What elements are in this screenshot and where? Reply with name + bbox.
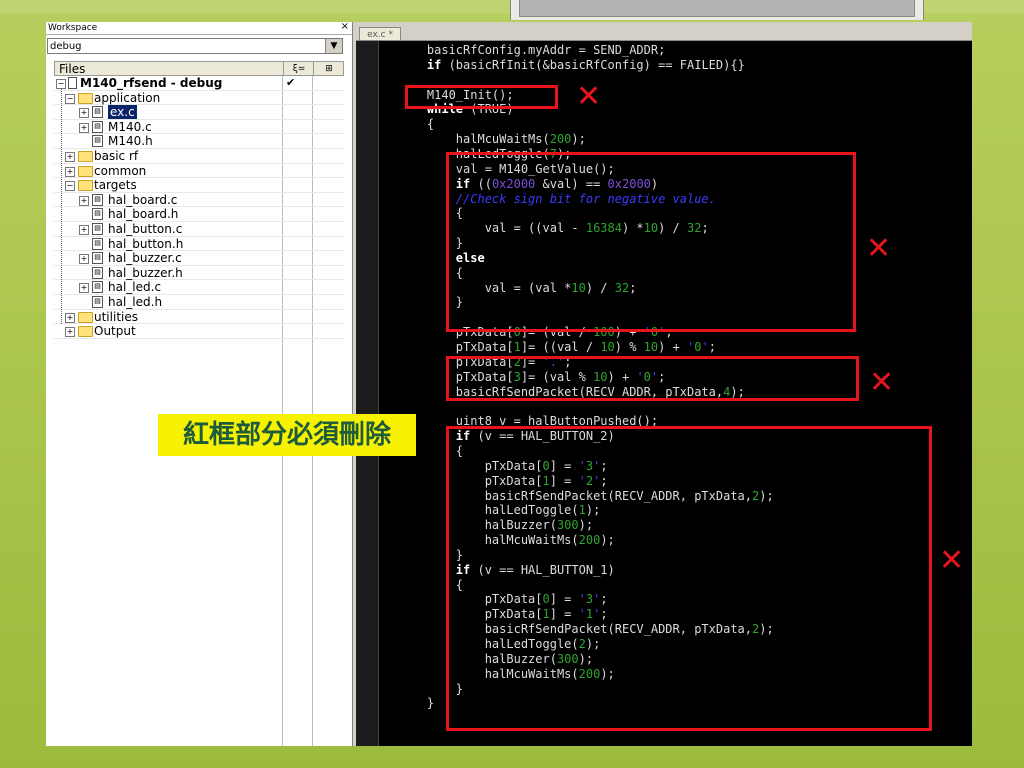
close-icon[interactable]: × [341, 21, 349, 33]
options-column-icon[interactable]: ξ= [283, 62, 314, 75]
file-tree: − M140_rfsend - debug ✔ − application + ▤ ex… [54, 76, 344, 746]
tree-item-label: common [94, 163, 147, 178]
delete-box-buttons [446, 426, 932, 731]
file-icon: ▤ [92, 208, 103, 221]
expand-icon[interactable]: + [79, 108, 89, 119]
tree-item[interactable]: + Output [54, 324, 344, 339]
delete-mark-icon: ✕ [939, 543, 965, 578]
tree-item[interactable]: ▤ hal_board.h [54, 207, 344, 222]
file-icon: ▤ [92, 252, 103, 265]
tree-item[interactable]: + ▤ M140.c [54, 120, 344, 135]
collapse-icon[interactable]: − [65, 93, 75, 104]
folder-icon [78, 151, 93, 162]
tree-item[interactable]: + utilities [54, 310, 344, 325]
tree-item[interactable]: + ▤ ex.c [54, 105, 344, 120]
file-icon: ▤ [92, 266, 103, 279]
tree-item-label: targets [94, 178, 137, 193]
delete-mark-icon: ✕ [866, 231, 892, 266]
code-line[interactable]: pTxData[1]= ((val / 10) % 10) + '0'; [398, 340, 716, 355]
expand-icon[interactable]: + [79, 225, 89, 235]
configuration-select[interactable]: debug ▼ [47, 38, 343, 54]
tree-item[interactable]: ▤ hal_buzzer.h [54, 266, 344, 281]
tree-item-label: hal_button.h [108, 236, 184, 251]
expand-icon[interactable]: + [65, 312, 75, 323]
tree-item-label: M140.h [108, 134, 153, 149]
expand-icon[interactable]: + [65, 152, 75, 162]
background-window [510, 0, 924, 20]
delete-box-txdata [446, 356, 859, 401]
tree-project-row[interactable]: − M140_rfsend - debug ✔ [54, 76, 344, 91]
project-name: M140_rfsend - debug [80, 76, 223, 90]
file-icon: ▤ [92, 296, 103, 308]
file-icon: ▤ [92, 193, 103, 206]
tree-item-label: ex.c [108, 105, 137, 120]
configuration-value: debug [50, 41, 82, 52]
code-line[interactable]: if (basicRfInit(&basicRfConfig) == FAILE… [398, 58, 745, 73]
tree-item[interactable]: + ▤ hal_buzzer.c [54, 251, 344, 266]
files-header-label: Files [59, 62, 86, 76]
tree-item-label: utilities [94, 309, 138, 324]
expand-icon[interactable]: + [79, 283, 89, 294]
file-icon: ▤ [92, 237, 103, 250]
tree-item-label: hal_led.c [108, 280, 162, 295]
delete-box-init [405, 85, 558, 109]
file-icon: ▤ [92, 135, 103, 148]
workspace-panel: Workspace × debug ▼ Files ξ= ⊞ − M140_rf… [46, 21, 353, 746]
tree-item[interactable]: − targets [54, 178, 344, 193]
tree-item[interactable]: + common [54, 164, 344, 179]
file-icon: ▤ [92, 106, 103, 119]
tree-item-label: hal_led.h [108, 295, 163, 309]
code-line[interactable]: basicRfConfig.myAddr = SEND_ADDR; [398, 43, 665, 58]
folder-icon [78, 326, 93, 338]
tree-item[interactable]: ▤ hal_button.h [54, 237, 344, 252]
workspace-title: Workspace [48, 23, 98, 33]
editor-gutter [356, 41, 379, 746]
file-icon: ▤ [92, 120, 103, 133]
tree-item-label: hal_board.c [108, 192, 178, 207]
expand-icon[interactable]: + [79, 195, 89, 206]
files-header: Files ξ= ⊞ [54, 61, 344, 76]
delete-box-value-calc [446, 152, 856, 332]
expand-icon[interactable]: + [79, 122, 89, 133]
expand-icon[interactable]: + [65, 327, 75, 338]
build-column-icon[interactable]: ⊞ [313, 62, 344, 75]
folder-icon [78, 165, 93, 177]
collapse-icon[interactable]: − [65, 181, 75, 192]
tree-item-label: basic rf [94, 149, 139, 163]
tree-item[interactable]: + basic rf [54, 149, 344, 164]
file-icon: ▤ [92, 281, 103, 294]
tree-item-label: hal_buzzer.h [108, 265, 183, 280]
delete-mark-icon: ✕ [576, 79, 602, 114]
folder-icon [78, 92, 93, 104]
tree-item-label: hal_board.h [108, 207, 179, 222]
delete-mark-icon: ✕ [869, 365, 895, 400]
workspace-title-bar: Workspace × [46, 21, 352, 35]
code-line[interactable]: } [398, 696, 434, 711]
tree-item-label: Output [94, 324, 136, 339]
chevron-down-icon[interactable]: ▼ [325, 39, 342, 53]
expand-icon[interactable]: + [65, 166, 75, 177]
tree-item[interactable]: ▤ M140.h [54, 134, 344, 149]
tree-item[interactable]: ▤ hal_led.h [54, 295, 344, 310]
annotation-note: 紅框部分必須刪除 [158, 414, 416, 456]
folder-icon [78, 180, 93, 192]
tree-item[interactable]: + ▤ hal_button.c [54, 222, 344, 237]
expand-icon[interactable]: + [79, 254, 89, 265]
checkmark-icon: ✔ [286, 76, 296, 89]
code-line[interactable]: { [398, 117, 434, 132]
tree-item[interactable]: − application [54, 91, 344, 106]
ide-screenshot: Workspace × debug ▼ Files ξ= ⊞ − M140_rf… [46, 21, 972, 746]
tree-item-label: application [94, 90, 161, 105]
tree-item-label: hal_buzzer.c [108, 251, 182, 266]
folder-icon [78, 311, 93, 323]
tree-item-label: M140.c [108, 119, 152, 134]
file-icon: ▤ [92, 223, 103, 235]
project-icon [68, 77, 77, 89]
code-line[interactable]: halMcuWaitMs(200); [398, 132, 586, 147]
tree-item[interactable]: + ▤ hal_board.c [54, 193, 344, 208]
tree-item-label: hal_button.c [108, 222, 183, 236]
tree-item[interactable]: + ▤ hal_led.c [54, 280, 344, 295]
